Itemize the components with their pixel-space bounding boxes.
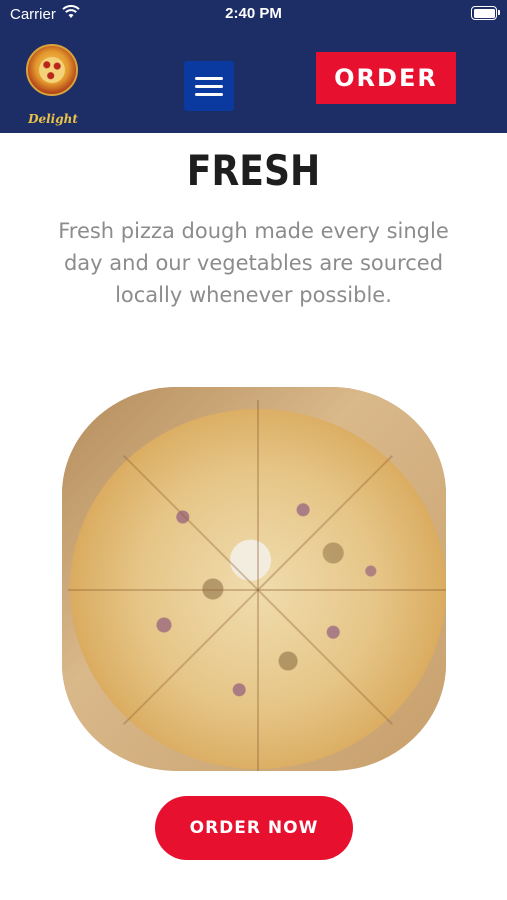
pizza-image: [62, 387, 446, 771]
hamburger-menu-icon: [195, 76, 223, 80]
order-button[interactable]: ORDER: [316, 52, 456, 104]
pizza-logo-icon: [26, 44, 78, 96]
section-description: Fresh pizza dough made every single day …: [58, 219, 449, 307]
brand-logo[interactable]: Delight: [22, 41, 84, 126]
hamburger-menu-icon-bar: [195, 84, 223, 88]
battery-icon: [471, 6, 500, 20]
status-time: 2:40 PM: [225, 5, 282, 22]
slice-line: [122, 454, 259, 591]
site-header: Delight ORDER: [0, 27, 507, 133]
menu-button[interactable]: [184, 61, 234, 111]
slice-line: [258, 589, 446, 591]
svg-text:Delight: Delight: [27, 112, 78, 126]
status-bar: Carrier 2:40 PM: [0, 0, 507, 27]
hamburger-menu-icon-bar: [195, 92, 223, 96]
order-now-button[interactable]: ORDER NOW: [155, 796, 353, 860]
slice-line: [257, 589, 394, 726]
pizza-graphic: [68, 400, 446, 771]
section-title: FRESH: [186, 146, 321, 195]
logo-wordmark: Delight: [22, 111, 84, 130]
slice-line: [257, 590, 259, 771]
slice-line: [257, 400, 259, 590]
slice-line: [68, 589, 258, 591]
slice-line: [122, 589, 259, 726]
slice-line: [257, 454, 394, 591]
